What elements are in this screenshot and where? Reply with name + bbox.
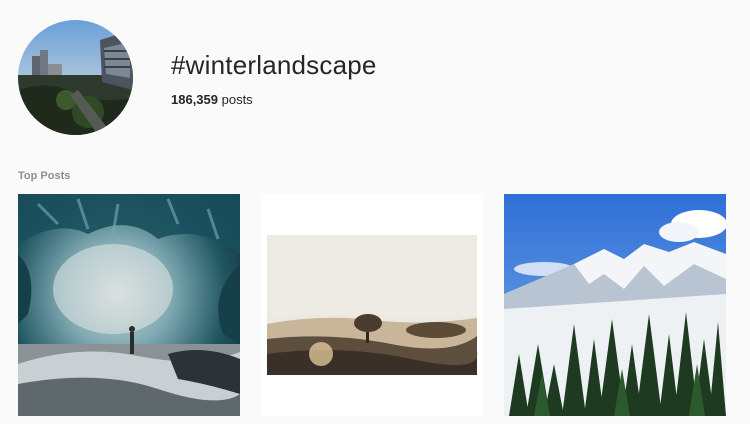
ice-cave-photo-icon bbox=[18, 194, 240, 416]
top-post-tile[interactable] bbox=[18, 194, 240, 416]
top-post-tile[interactable] bbox=[261, 194, 483, 416]
foggy-field-photo-icon bbox=[261, 194, 483, 416]
hashtag-title: #winterlandscape bbox=[171, 50, 377, 80]
post-count-value: 186,359 bbox=[171, 92, 218, 107]
snowy-mountain-photo-icon bbox=[504, 194, 726, 416]
post-count-suffix: posts bbox=[218, 92, 253, 107]
post-count: 186,359 posts bbox=[171, 92, 253, 107]
city-photo-icon bbox=[18, 20, 133, 135]
top-post-tile[interactable] bbox=[504, 194, 726, 416]
hashtag-avatar[interactable] bbox=[18, 20, 133, 135]
top-posts-label: Top Posts bbox=[18, 170, 71, 182]
